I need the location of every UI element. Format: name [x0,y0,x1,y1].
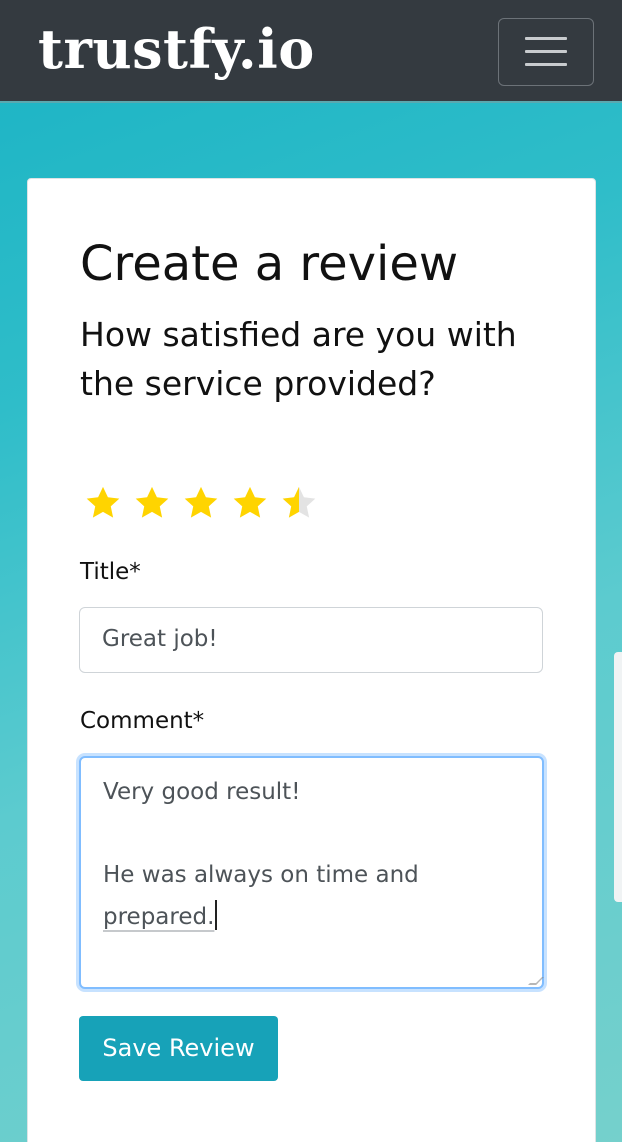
comment-line-last: prepared. [103,897,542,939]
navbar: trustfy.io [0,0,622,103]
page-title: Create a review [80,236,459,292]
brand-logo[interactable]: trustfy.io [38,14,315,84]
text-caret [215,899,218,930]
hamburger-menu-icon [525,37,567,40]
half-star-icon[interactable] [280,484,318,522]
comment-textarea[interactable]: Very good result! He was always on time … [79,756,544,989]
star-icon[interactable] [231,484,269,522]
hamburger-menu-icon-bar [525,63,567,66]
comment-line: Very good result! [103,779,301,805]
comment-line: He was always on time and [103,862,419,888]
star-icon[interactable] [182,484,220,522]
comment-line-text: prepared. [103,903,215,930]
star-icon[interactable] [84,484,122,522]
hamburger-menu-icon-bar [525,50,567,53]
comment-line [103,814,542,856]
satisfaction-question: How satisfied are you with the service p… [80,315,517,403]
scroll-indicator [614,652,622,902]
menu-toggle-button[interactable] [498,18,594,86]
title-input[interactable]: Great job! [79,607,543,673]
comment-label: Comment* [80,708,205,734]
title-label: Title* [80,559,141,585]
save-review-button[interactable]: Save Review [79,1016,278,1081]
star-icon[interactable] [133,484,171,522]
resize-handle-icon[interactable] [528,977,544,985]
